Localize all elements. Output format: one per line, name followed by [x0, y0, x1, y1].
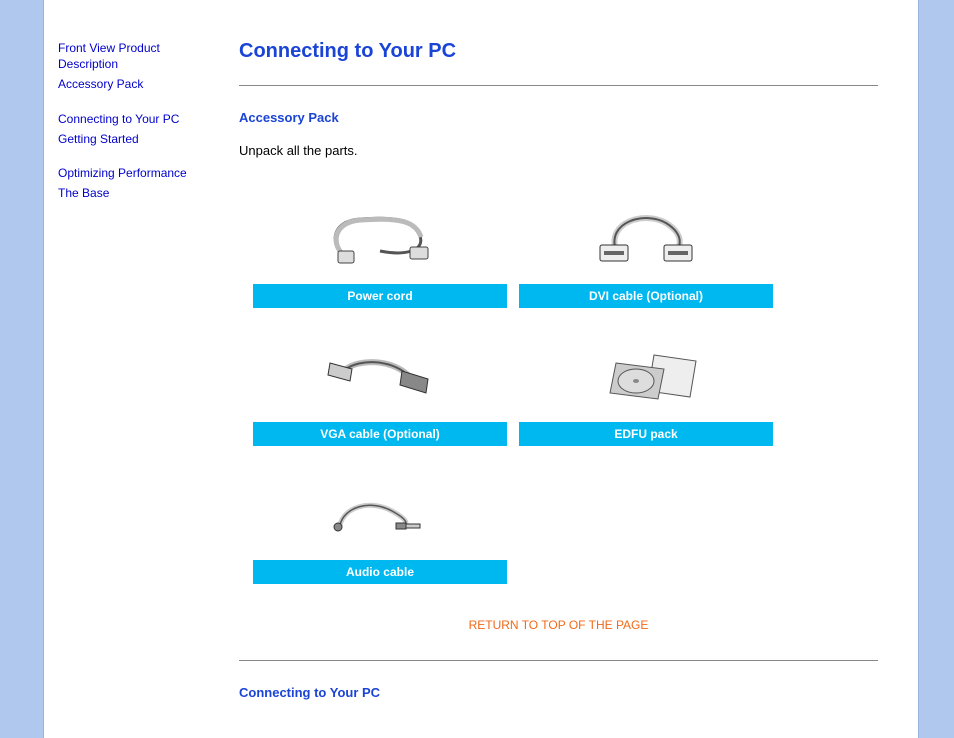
accessory-item: Audio cable	[253, 464, 507, 584]
nav-link-optimizing[interactable]: Optimizing Performance	[58, 165, 211, 181]
side-nav: Front View Product Description Accessory…	[44, 0, 219, 738]
main-content: Connecting to Your PC Accessory Pack Unp…	[219, 0, 918, 738]
nav-link-the-base[interactable]: The Base	[58, 185, 211, 201]
accessory-item: EDFU pack	[519, 326, 773, 446]
accessory-label: VGA cable (Optional)	[253, 422, 507, 446]
accessory-label: EDFU pack	[519, 422, 773, 446]
audio-cable-icon	[310, 477, 450, 547]
right-margin-stripe	[918, 0, 954, 738]
edfu-pack-icon	[576, 339, 716, 409]
accessory-label: Audio cable	[253, 560, 507, 584]
return-to-top-link[interactable]: RETURN TO TOP OF THE PAGE	[469, 618, 649, 632]
accessory-grid: Power cord	[253, 188, 773, 584]
accessory-intro: Unpack all the parts.	[239, 143, 878, 158]
power-cord-icon	[310, 201, 450, 271]
left-margin-stripe	[0, 0, 44, 738]
connecting-heading: Connecting to Your PC	[239, 685, 878, 700]
nav-link-getting-started[interactable]: Getting Started	[58, 131, 211, 147]
nav-link-connecting[interactable]: Connecting to Your PC	[58, 111, 211, 127]
separator	[239, 660, 878, 661]
accessory-item: VGA cable (Optional)	[253, 326, 507, 446]
vga-cable-icon	[310, 339, 450, 409]
page-title: Connecting to Your PC	[239, 40, 878, 63]
nav-link-accessory-pack[interactable]: Accessory Pack	[58, 76, 211, 92]
accessory-label: Power cord	[253, 284, 507, 308]
dvi-cable-icon	[576, 201, 716, 271]
accessory-item: DVI cable (Optional)	[519, 188, 773, 308]
accessory-label: DVI cable (Optional)	[519, 284, 773, 308]
separator	[239, 85, 878, 86]
accessory-item: Power cord	[253, 188, 507, 308]
nav-link-front-view[interactable]: Front View Product Description	[58, 40, 211, 72]
accessory-heading: Accessory Pack	[239, 110, 878, 125]
